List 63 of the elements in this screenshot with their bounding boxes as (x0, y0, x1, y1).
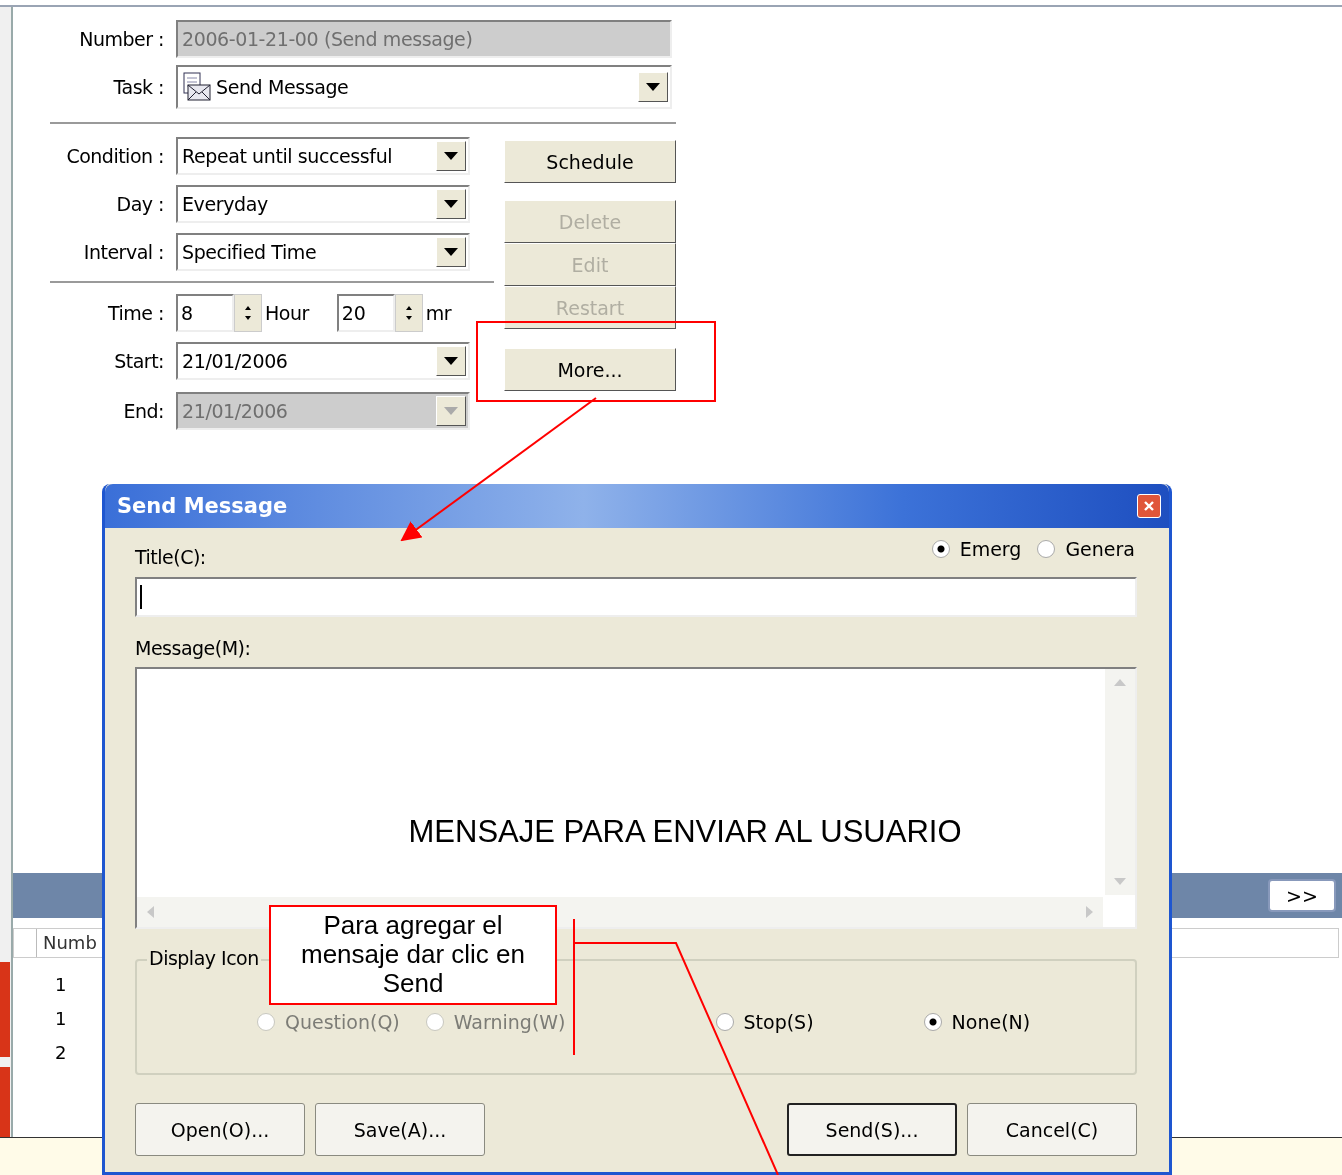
caret-icon (646, 83, 660, 91)
action-button[interactable]: Schedule (504, 140, 676, 183)
dialog-button[interactable]: Send(S)... (787, 1103, 957, 1156)
number-field: 2006-01-21-00 (Send message) (176, 20, 672, 58)
hour-field[interactable]: 8 (176, 294, 234, 332)
field-label: Title(C): (135, 546, 206, 568)
callout-note: Para agregar el mensaje dar clic en Send (269, 905, 557, 1005)
unit-label: Hour (264, 302, 309, 324)
spin-button[interactable] (234, 294, 262, 332)
condition-dropdown[interactable]: Repeat until successful (176, 137, 470, 175)
caret-icon (444, 200, 458, 208)
dialog-button[interactable]: Save(A)... (315, 1103, 485, 1156)
radio-button[interactable] (923, 1013, 942, 1031)
dropdown-button[interactable] (436, 237, 466, 267)
field-label: Task : (112, 76, 165, 98)
dropdown-button[interactable] (436, 346, 466, 376)
radio-label: None(N) (951, 1011, 1031, 1033)
annotation-text: MENSAJE PARA ENVIAR AL USUARIO (408, 814, 962, 850)
field-label: Day : (115, 193, 165, 215)
dropdown-button[interactable] (436, 189, 466, 219)
radio-label: Genera (1065, 538, 1135, 560)
field-label: Condition : (65, 145, 165, 167)
dropdown-button[interactable] (436, 141, 466, 171)
dropdown-button[interactable] (638, 72, 668, 102)
radio-button[interactable] (1037, 540, 1056, 558)
minute-field[interactable]: 20 (336, 294, 395, 332)
table-cell: 1 (55, 974, 67, 995)
field-label: End: (122, 400, 165, 422)
field-label: Message(M): (135, 637, 252, 659)
close-icon (1143, 500, 1155, 512)
unit-label: mr (424, 302, 452, 324)
task-dropdown[interactable]: Send Message (176, 65, 672, 109)
close-button[interactable] (1137, 494, 1161, 518)
radio-label: Question(Q) (285, 1011, 400, 1033)
interval-dropdown[interactable]: Specified Time (176, 233, 470, 271)
action-button[interactable]: More... (504, 348, 676, 391)
caret-icon (444, 152, 458, 160)
radio-button[interactable] (931, 540, 950, 558)
field-label: Number : (78, 28, 165, 50)
group-label: Display Icon (147, 947, 261, 969)
date-dropdown: 21/01/2006 (176, 392, 470, 430)
text-cursor (140, 585, 142, 609)
day-dropdown[interactable]: Everyday (176, 185, 470, 223)
expand-button[interactable]: >> (1268, 879, 1336, 912)
table-cell: 1 (55, 1008, 67, 1029)
radio-label: Emerg (959, 538, 1022, 560)
field-label: Interval : (82, 241, 165, 263)
field-label: Time : (107, 302, 165, 324)
radio-button[interactable] (715, 1013, 734, 1031)
caret-icon (444, 248, 458, 256)
dialog-button[interactable]: Open(O)... (135, 1103, 305, 1156)
caret-icon (444, 407, 458, 415)
window-title: Send Message (117, 494, 288, 518)
title-input[interactable] (135, 577, 1137, 617)
envelope-icon (180, 71, 212, 103)
date-dropdown[interactable]: 21/01/2006 (176, 342, 470, 380)
table-cell: 2 (55, 1042, 67, 1063)
radio-label: Stop(S) (743, 1011, 814, 1033)
field-label: Start: (113, 350, 165, 372)
dialog-button[interactable]: Cancel(C) (967, 1103, 1137, 1156)
radio-label: Warning(W) (453, 1011, 566, 1033)
caret-icon (444, 357, 458, 365)
spin-button[interactable] (394, 294, 423, 332)
